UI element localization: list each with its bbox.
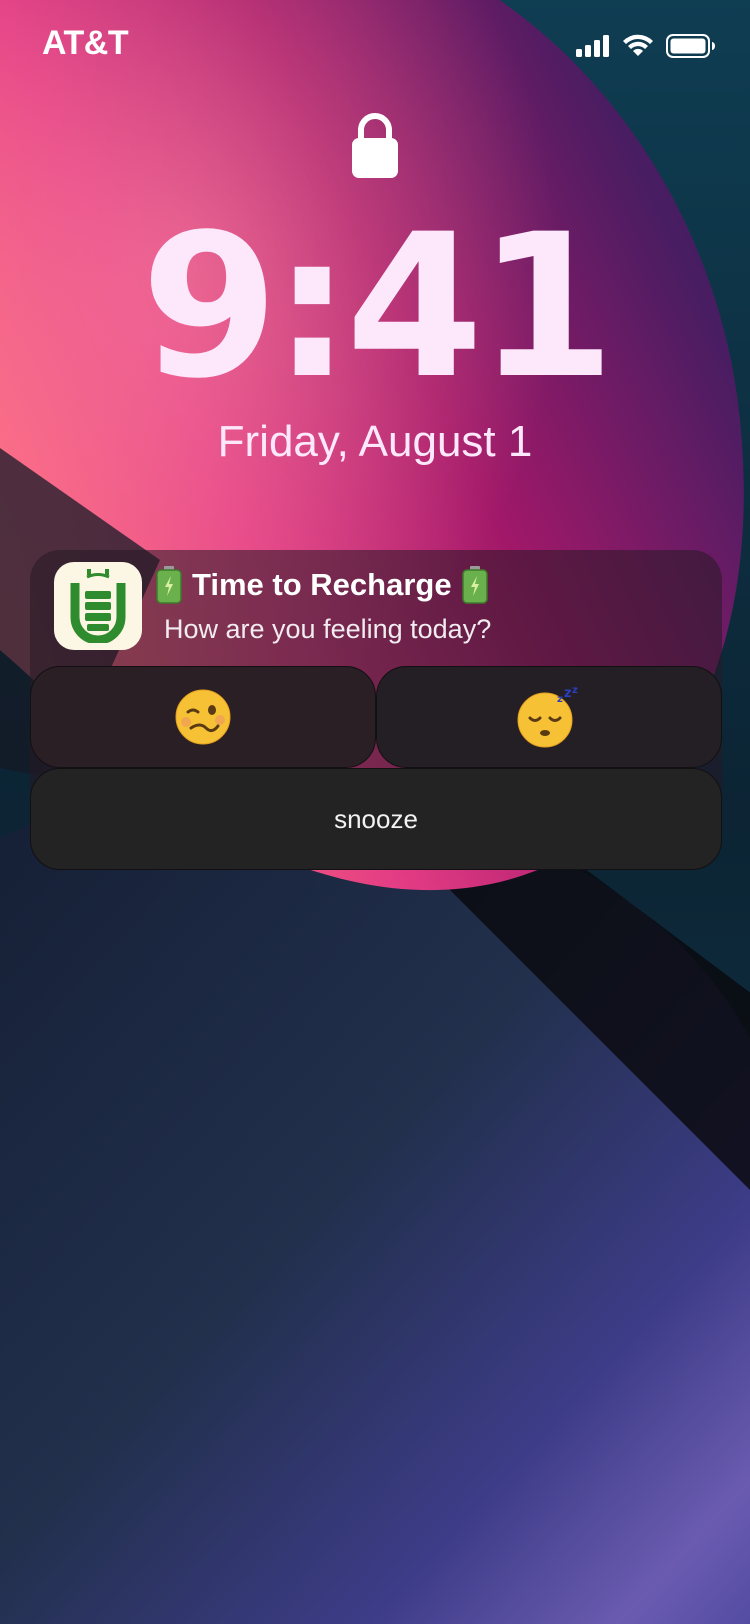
notification-title-text: Time to Recharge xyxy=(192,567,452,602)
sleeping-face-action-button[interactable]: z z z xyxy=(376,666,722,768)
wifi-icon xyxy=(623,34,653,56)
snooze-button[interactable]: snooze xyxy=(30,768,722,870)
lock-screen: AT&T 9:41 Friday, August 1 Time to Recha… xyxy=(0,0,750,1624)
woozy-face-emoji-icon xyxy=(175,689,231,745)
lock-icon xyxy=(352,113,398,178)
lock-screen-date: Friday, August 1 xyxy=(217,417,533,466)
battery-emoji-icon xyxy=(156,566,182,604)
status-icons xyxy=(576,32,716,60)
notification-title: Time to Recharge xyxy=(156,566,488,604)
battery-icon xyxy=(666,34,715,58)
carrier-name: AT&T xyxy=(42,24,129,62)
snooze-label: snooze xyxy=(334,803,418,834)
notification-body: How are you feeling today? xyxy=(164,614,492,644)
sleeping-face-emoji-icon: z z z xyxy=(517,686,578,748)
lock-screen-time: 9:41 xyxy=(140,191,616,422)
cellular-signal-icon xyxy=(576,35,609,57)
notification-card[interactable]: Time to Recharge How are you feeling tod… xyxy=(30,550,722,870)
woozy-face-action-button[interactable] xyxy=(30,666,376,768)
recharge-app-icon xyxy=(54,562,142,650)
battery-emoji-icon xyxy=(461,566,488,604)
svg-text:z: z xyxy=(557,694,563,705)
svg-text:z: z xyxy=(564,686,572,701)
svg-text:z: z xyxy=(572,686,578,696)
